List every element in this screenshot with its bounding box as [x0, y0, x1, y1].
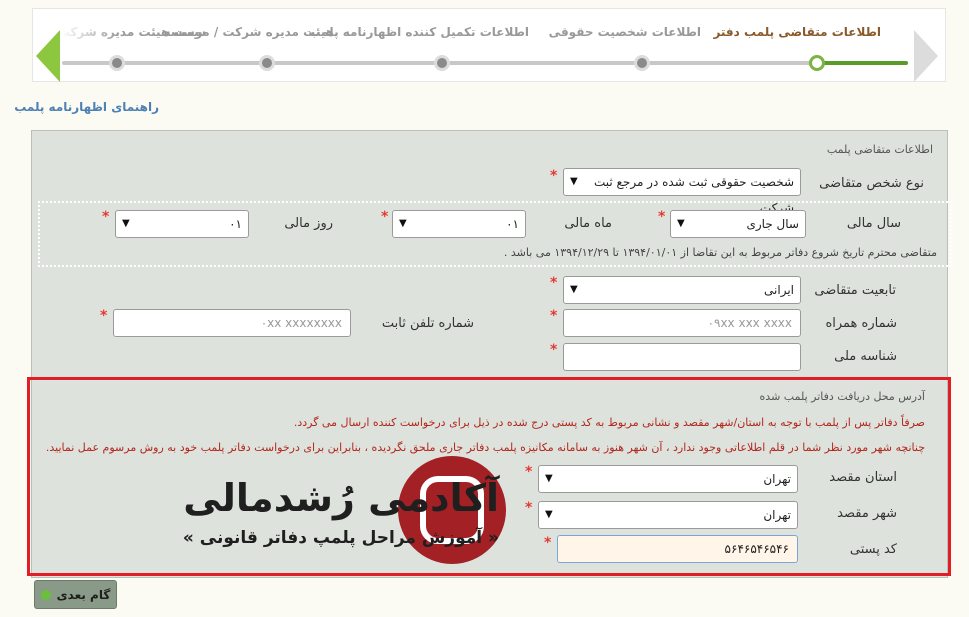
step-1-dot[interactable]: [809, 55, 825, 71]
section-title: اطلاعات متقاضی پلمب: [826, 143, 933, 156]
required-mark: *: [658, 209, 666, 225]
fiscal-note: متقاضی محترم تاریخ شروع دفاتر مربوط به ا…: [503, 246, 937, 259]
nationality-label: تابعیت متقاضی: [814, 283, 896, 298]
next-arrow-icon: [40, 589, 51, 600]
chevron-down-icon: ▼: [677, 218, 685, 229]
person-type-select[interactable]: شخصیت حقوقی ثبت شده در مرجع ثبت شرکت ▼: [563, 168, 801, 215]
step-2-dot[interactable]: [634, 55, 650, 71]
phone-label: شماره تلفن ثابت: [381, 316, 474, 331]
required-mark: *: [100, 308, 108, 324]
required-mark: *: [381, 209, 389, 225]
chevron-down-icon: ▼: [570, 176, 578, 187]
required-mark: *: [102, 209, 110, 225]
required-mark: *: [550, 168, 558, 184]
person-type-label: نوع شخص متقاضی: [819, 176, 924, 191]
step-1-label[interactable]: اطلاعات متقاضی پلمب دفتر: [713, 25, 881, 39]
brand-title: آکادمی رُشدمالی: [183, 476, 499, 520]
step-5-dot[interactable]: [109, 55, 125, 71]
step-4-dot[interactable]: [259, 55, 275, 71]
required-mark: *: [544, 535, 552, 551]
guide-link[interactable]: راهنمای اظهارنامه پلمب: [14, 100, 159, 114]
next-step-button[interactable]: گام بعدی: [34, 580, 117, 609]
postal-code-input[interactable]: ۵۶۴۶۵۴۶۵۴۶: [557, 535, 798, 563]
wizard-track-progress: [818, 61, 908, 65]
fiscal-year-select[interactable]: سال جاری ▼: [670, 210, 806, 238]
wizard-track: [62, 61, 908, 65]
mobile-label: شماره همراه: [825, 316, 897, 331]
address-note-1: صرفاً دفاتر پس از پلمب با توجه به استان/…: [293, 416, 925, 429]
fiscal-month-label: ماه مالی: [564, 216, 612, 231]
required-mark: *: [550, 342, 558, 358]
chevron-down-icon: ▼: [399, 218, 407, 229]
national-id-input[interactable]: [563, 343, 801, 371]
chevron-down-icon: ▼: [545, 473, 553, 484]
wizard-prev-arrow-icon[interactable]: [36, 30, 60, 82]
chevron-down-icon: ▼: [570, 284, 578, 295]
mobile-input[interactable]: ۰۹xx xxx xxxx: [563, 309, 801, 337]
chevron-down-icon: ▼: [545, 509, 553, 520]
step-3-label[interactable]: اطلاعات تکمیل کننده اظهارنامه پلمب: [308, 25, 529, 39]
wizard-next-arrow-icon[interactable]: [914, 30, 938, 82]
national-id-label: شناسه ملی: [834, 349, 897, 364]
address-note-2: چنانچه شهر مورد نظر شما در قلم اطلاعاتی …: [45, 441, 925, 454]
brand-subtitle: « آموزش مراحل پلمپ دفاتر قانونی »: [182, 528, 499, 548]
required-mark: *: [550, 275, 558, 291]
province-select[interactable]: تهران ▼: [538, 465, 798, 493]
chevron-down-icon: ▼: [122, 218, 130, 229]
wizard-steps: [32, 8, 946, 82]
city-label: شهر مقصد: [837, 506, 897, 521]
step-3-dot[interactable]: [434, 55, 450, 71]
required-mark: *: [550, 308, 558, 324]
required-mark: *: [525, 500, 533, 516]
postal-code-label: کد پستی: [849, 542, 897, 557]
fiscal-year-label: سال مالی: [846, 216, 901, 231]
city-select[interactable]: تهران ▼: [538, 501, 798, 529]
required-mark: *: [525, 464, 533, 480]
province-label: استان مقصد: [829, 470, 897, 485]
fiscal-month-select[interactable]: ۰۱ ▼: [392, 210, 526, 238]
fiscal-day-select[interactable]: ۰۱ ▼: [115, 210, 249, 238]
step-2-label[interactable]: اطلاعات شخصیت حقوقی: [549, 25, 701, 39]
fiscal-day-label: روز مالی: [284, 216, 333, 231]
nationality-select[interactable]: ایرانی ▼: [563, 276, 801, 304]
phone-input[interactable]: ۰xx xxxxxxxx: [113, 309, 351, 337]
address-title: آدرس محل دریافت دفاتر پلمب شده: [759, 390, 925, 403]
